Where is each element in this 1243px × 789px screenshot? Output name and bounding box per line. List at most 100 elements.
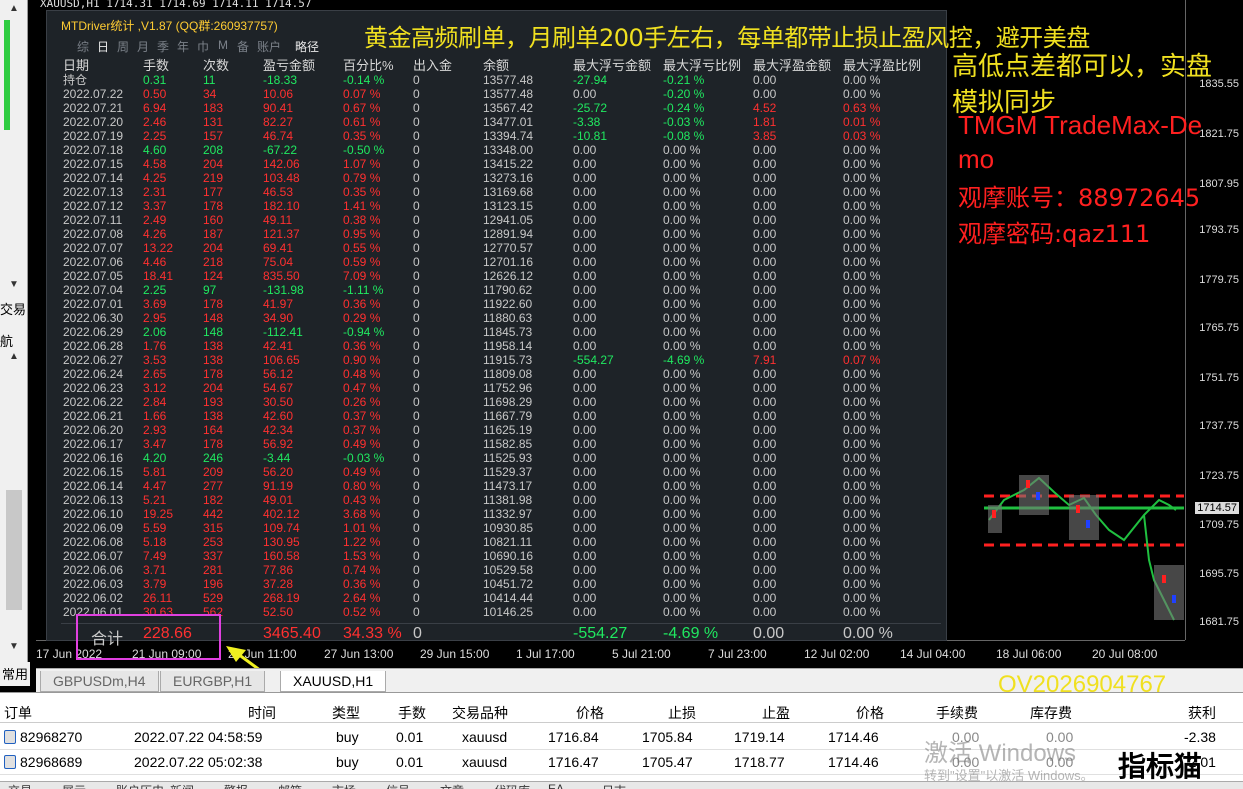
row-max-float-loss: -10.81 xyxy=(573,129,608,143)
row-max-float-profit: 0.00 xyxy=(753,339,777,353)
col-swap[interactable]: 库存费 xyxy=(1030,703,1072,723)
col-ticket[interactable]: 订单 xyxy=(4,703,32,723)
row-max-float-profit-pct: 0.00 % xyxy=(843,493,881,507)
tab-notes[interactable]: 备 xyxy=(233,38,253,56)
row-max-float-profit-pct: 0.01 % xyxy=(843,115,881,129)
col-commission[interactable]: 手续费 xyxy=(936,703,978,723)
bottom-tab[interactable]: 警报 xyxy=(224,782,248,789)
row-pnl: 130.95 xyxy=(263,535,300,549)
col-time[interactable]: 时间 xyxy=(248,703,276,723)
row-deposit: 0 xyxy=(413,283,420,297)
common-label: 常用 xyxy=(0,662,30,686)
order-icon xyxy=(4,755,16,769)
row-max-float-profit: 0.00 xyxy=(753,255,777,269)
row-balance: 10821.11 xyxy=(483,535,533,549)
tab-other[interactable]: 巾 xyxy=(193,38,213,56)
tab-quarterly[interactable]: 季 xyxy=(153,38,173,56)
row-max-float-loss-pct: 0.00 % xyxy=(663,409,701,423)
col-open-price[interactable]: 价格 xyxy=(576,703,604,723)
col-balance: 余额 xyxy=(483,58,510,73)
row-max-float-loss: 0.00 xyxy=(573,507,597,521)
bottom-tab[interactable]: EA xyxy=(548,782,564,789)
tab-monthly[interactable]: 月 xyxy=(133,38,153,56)
row-max-float-loss-pct: 0.00 % xyxy=(663,577,701,591)
row-max-float-loss: 0.00 xyxy=(573,213,597,227)
row-pct: -0.14 % xyxy=(343,73,385,87)
tab-weekly[interactable]: 周 xyxy=(113,38,133,56)
stats-row: 2022.06.23 3.12 204 54.67 0.47 % 0 11752.96 0.0… xyxy=(61,381,941,395)
col-symbol[interactable]: 交易品种 xyxy=(452,703,508,723)
col-sl[interactable]: 止损 xyxy=(668,703,696,723)
row-deposit: 0 xyxy=(413,157,420,171)
tab-daily[interactable]: 日 xyxy=(93,38,113,56)
row-count: 34 xyxy=(203,87,217,101)
row-deposit: 0 xyxy=(413,493,420,507)
row-count: 246 xyxy=(203,451,224,465)
row-count: 209 xyxy=(203,465,224,479)
bottom-tab[interactable]: 代码库 xyxy=(494,782,530,789)
col-profit[interactable]: 获利 xyxy=(1188,703,1216,723)
bottom-tab[interactable]: 文章 xyxy=(440,782,464,789)
row-count: 178 xyxy=(203,437,224,451)
row-pnl: 56.92 xyxy=(263,437,294,451)
bottom-tab[interactable]: 交易 xyxy=(8,782,32,789)
scroll-down-icon[interactable]: ▼ xyxy=(6,278,22,292)
row-lots: 2.25 xyxy=(143,129,167,143)
row-max-float-loss: 0.00 xyxy=(573,479,597,493)
col-tp[interactable]: 止盈 xyxy=(762,703,790,723)
row-lots: 5.18 xyxy=(143,535,167,549)
total-max-float-profit: 0.00 xyxy=(753,625,785,642)
row-pct: 0.29 % xyxy=(343,311,381,325)
order-open-price: 1716.84 xyxy=(548,729,599,745)
bottom-tab[interactable]: 市场 xyxy=(332,782,356,789)
row-pct: 0.36 % xyxy=(343,577,381,591)
col-price[interactable]: 价格 xyxy=(856,703,884,723)
bottom-tab[interactable]: 新闻 xyxy=(170,782,194,789)
row-balance: 13415.22 xyxy=(483,157,534,171)
time-label: 29 Jun 15:00 xyxy=(420,647,490,661)
row-max-float-profit: 0.00 xyxy=(753,227,777,241)
row-date: 2022.07.05 xyxy=(63,269,124,283)
row-max-float-profit: 0.00 xyxy=(753,199,777,213)
bottom-tab[interactable]: 账户历史 xyxy=(116,782,164,789)
scroll-down-icon-2[interactable]: ▼ xyxy=(6,640,22,654)
scrollbar-thumb[interactable] xyxy=(6,490,22,610)
row-date: 2022.06.20 xyxy=(63,423,124,437)
row-count: 124 xyxy=(203,269,224,283)
row-balance: 12770.57 xyxy=(483,241,534,255)
stats-row: 2022.06.10 19.25 442 402.12 3.68 % 0 11332.97 0… xyxy=(61,507,941,521)
row-count: 131 xyxy=(203,115,224,129)
tab-account[interactable]: 账户 xyxy=(253,38,285,56)
stats-row: 2022.07.04 2.25 97 -131.98 -1.11 % 0 11790.62 0… xyxy=(61,283,941,297)
row-max-float-loss: 0.00 xyxy=(573,311,597,325)
col-volume[interactable]: 手数 xyxy=(398,703,426,723)
current-price-label: 1714.57 xyxy=(1195,502,1239,514)
tab-summary[interactable]: 综 xyxy=(73,38,93,56)
row-max-float-profit: 0.00 xyxy=(753,87,777,101)
row-balance: 12626.12 xyxy=(483,269,534,283)
bottom-tab[interactable]: 邮箱 xyxy=(278,782,302,789)
row-count: 178 xyxy=(203,199,224,213)
scroll-up-icon[interactable]: ▲ xyxy=(6,2,22,16)
bottom-tab[interactable]: 信号 xyxy=(386,782,410,789)
tab-gbpusdm-h4[interactable]: GBPUSDm,H4 xyxy=(40,671,159,692)
stats-panel: MTDriver统计 ,V1.87 (QQ群:260937757) 综 日 周 … xyxy=(46,10,947,648)
col-type[interactable]: 类型 xyxy=(332,703,360,723)
row-pct: 3.68 % xyxy=(343,507,381,521)
row-max-float-profit: 0.00 xyxy=(753,311,777,325)
row-pnl: -67.22 xyxy=(263,143,298,157)
time-label: 14 Jul 04:00 xyxy=(900,647,966,661)
tab-path[interactable]: 略径 xyxy=(291,38,323,56)
row-max-float-loss: -25.72 xyxy=(573,101,608,115)
row-pnl: 54.67 xyxy=(263,381,294,395)
tab-eurgbp-h1[interactable]: EURGBP,H1 xyxy=(160,671,266,692)
row-pct: 0.36 % xyxy=(343,297,381,311)
scroll-up-icon-2[interactable]: ▲ xyxy=(6,350,22,364)
col-max-float-loss-pct: 最大浮亏比例 xyxy=(663,58,742,73)
chart-header: XAUUSD,H1 1714.31 1714.69 1714.11 1714.5… xyxy=(40,0,312,10)
tab-yearly[interactable]: 年 xyxy=(173,38,193,56)
tab-xauusd-h1[interactable]: XAUUSD,H1 xyxy=(280,671,387,692)
tab-m[interactable]: M xyxy=(213,38,233,56)
bottom-tab[interactable]: 展示 xyxy=(62,782,86,789)
bottom-tab[interactable]: 日志 xyxy=(602,782,626,789)
